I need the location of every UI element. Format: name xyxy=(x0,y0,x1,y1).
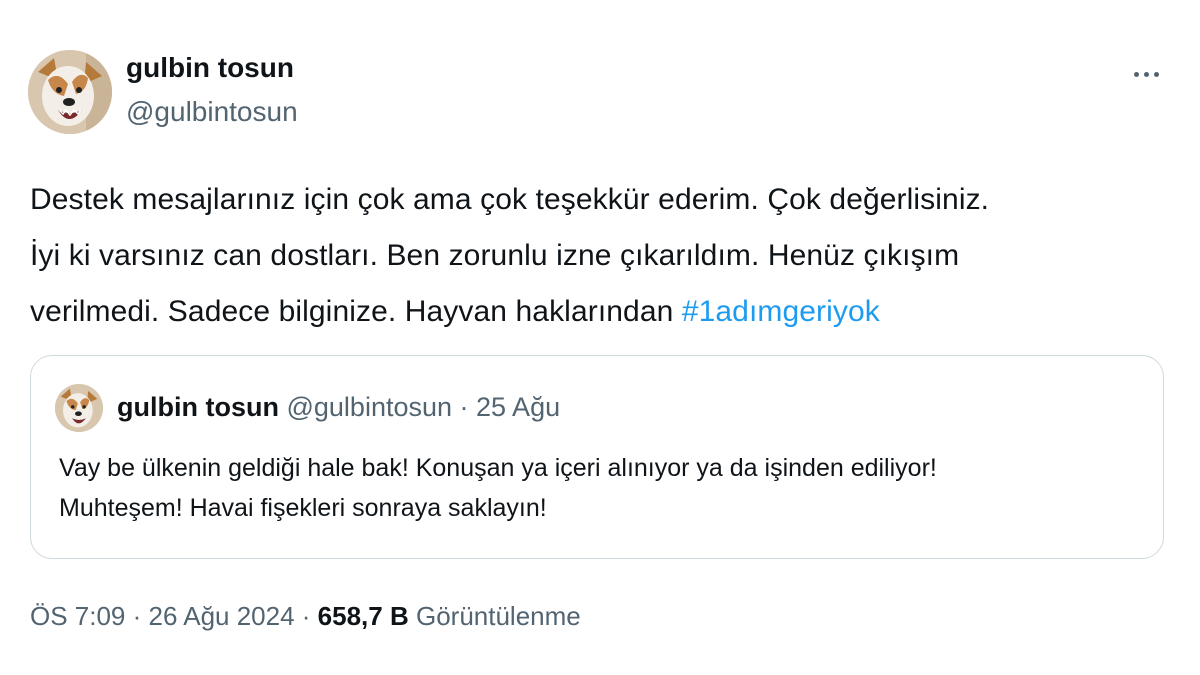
quoted-date: 25 Ağu xyxy=(476,392,561,422)
quoted-author-handle: @gulbintosun xyxy=(286,392,453,422)
quoted-author-avatar xyxy=(55,384,103,432)
tweet-date[interactable]: 26 Ağu 2024 xyxy=(149,601,295,631)
quoted-line: Muhteşem! Havai fişekleri sonraya saklay… xyxy=(59,494,547,522)
quoted-separator: · xyxy=(452,392,477,422)
more-horizontal-icon xyxy=(1133,71,1159,77)
dog-avatar-image xyxy=(28,50,112,134)
tweet-line-text: verilmedi. Sadece bilginize. Hayvan hakl… xyxy=(30,295,682,328)
tweet-line: verilmedi. Sadece bilginize. Hayvan hakl… xyxy=(30,284,1150,340)
dog-avatar-image xyxy=(55,384,103,432)
tweet-line: Destek mesajlarınız için çok ama çok teş… xyxy=(30,183,990,216)
author-handle[interactable]: @gulbintosun xyxy=(126,96,298,128)
more-options-button[interactable] xyxy=(1124,60,1168,88)
quoted-author-name: gulbin tosun xyxy=(117,392,279,422)
tweet-text: Destek mesajlarınız için çok ama çok teş… xyxy=(30,172,1150,340)
tweet-meta: ÖS 7:09 · 26 Ağu 2024 · 658,7 B Görüntül… xyxy=(30,601,581,632)
quoted-text: Vay be ülkenin geldiği hale bak! Konuşan… xyxy=(59,448,1149,528)
tweet-line: İyi ki varsınız can dostları. Ben zorunl… xyxy=(30,239,960,272)
author-avatar[interactable] xyxy=(28,50,112,134)
quoted-line: Vay be ülkenin geldiği hale bak! Konuşan… xyxy=(59,454,937,482)
author-name[interactable]: gulbin tosun xyxy=(126,52,294,84)
tweet-time[interactable]: ÖS 7:09 xyxy=(30,601,125,631)
views-count: 658,7 B xyxy=(317,601,409,631)
hashtag-link[interactable]: #1adımgeriyok xyxy=(682,295,880,328)
meta-separator: · xyxy=(294,601,318,631)
meta-separator: · xyxy=(125,601,149,631)
views-label: Görüntülenme xyxy=(415,601,581,631)
quoted-header: gulbin tosun @gulbintosun · 25 Ağu xyxy=(117,392,560,423)
quoted-tweet[interactable]: gulbin tosun @gulbintosun · 25 Ağu Vay b… xyxy=(30,355,1164,559)
